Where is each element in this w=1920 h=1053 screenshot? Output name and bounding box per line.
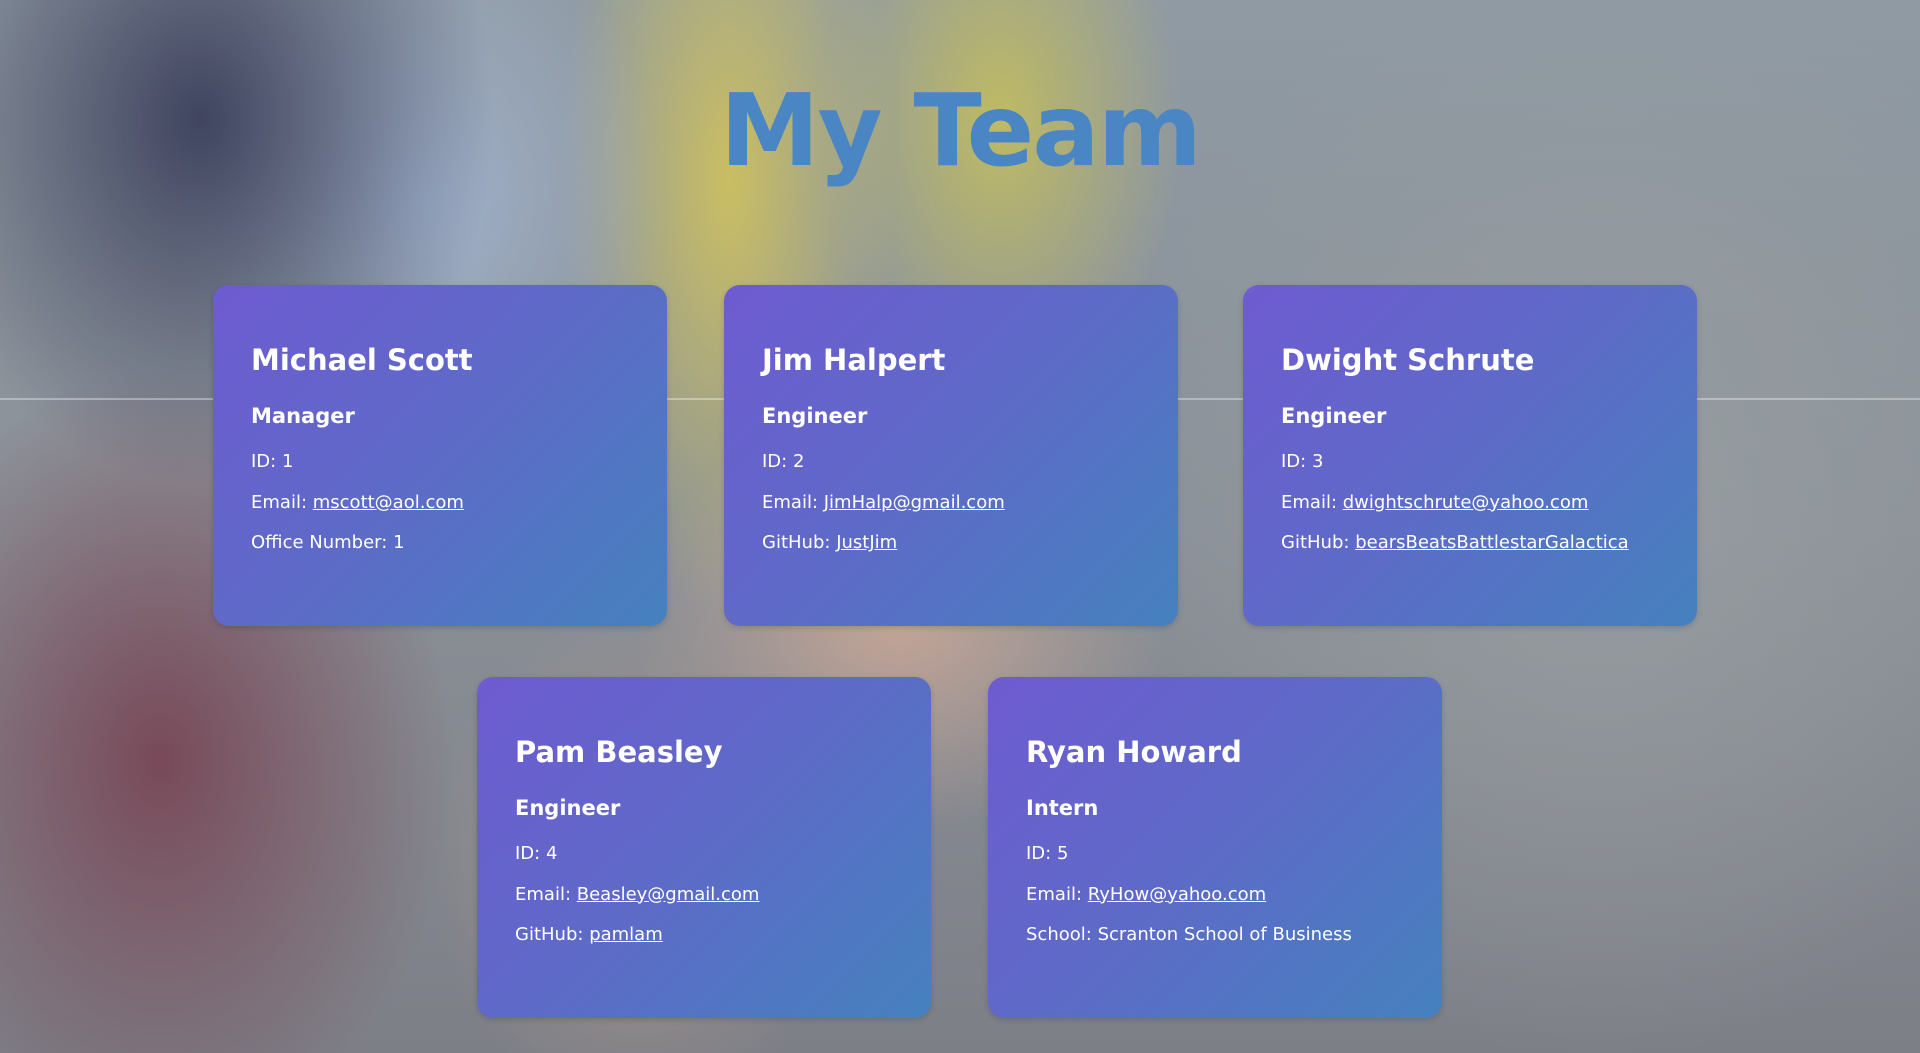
employee-email-row: Email: dwightschrute@yahoo.com	[1281, 492, 1659, 514]
employee-github-row: GitHub: pamlam	[515, 924, 893, 946]
office-number-label: Office Number:	[251, 532, 388, 554]
employee-card-jim-halpert: Jim Halpert Engineer ID: 2 Email: JimHal…	[724, 285, 1178, 626]
employee-role: Intern	[1026, 795, 1099, 820]
id-value: 3	[1311, 450, 1324, 472]
employee-role: Engineer	[762, 403, 868, 428]
email-link[interactable]: Beasley@gmail.com	[577, 884, 760, 905]
id-value: 4	[545, 842, 558, 864]
employee-card-michael-scott: Michael Scott Manager ID: 1 Email: mscot…	[213, 285, 667, 626]
github-link[interactable]: JustJim	[836, 532, 897, 553]
page-title: My Team	[720, 72, 1202, 189]
employee-name: Dwight Schrute	[1281, 343, 1535, 377]
id-label: ID:	[1026, 842, 1052, 864]
school-label: School:	[1026, 924, 1092, 946]
id-value: 5	[1056, 842, 1069, 864]
employee-card-dwight-schrute: Dwight Schrute Engineer ID: 3 Email: dwi…	[1243, 285, 1697, 626]
employee-id-row: ID: 4	[515, 843, 893, 865]
employee-card-ryan-howard: Ryan Howard Intern ID: 5 Email: RyHow@ya…	[988, 677, 1442, 1018]
employee-id-row: ID: 2	[762, 451, 1140, 473]
employee-github-row: GitHub: JustJim	[762, 532, 1140, 554]
employee-email-row: Email: JimHalp@gmail.com	[762, 492, 1140, 514]
employee-github-row: GitHub: bearsBeatsBattlestarGalactica	[1281, 532, 1659, 554]
employee-office-row: Office Number: 1	[251, 532, 629, 554]
office-number-value: 1	[393, 532, 405, 554]
employee-email-row: Email: mscott@aol.com	[251, 492, 629, 514]
employee-id-row: ID: 1	[251, 451, 629, 473]
id-label: ID:	[515, 842, 541, 864]
github-label: GitHub:	[515, 924, 584, 946]
email-label: Email:	[1026, 883, 1083, 905]
employee-role: Engineer	[1281, 403, 1387, 428]
github-label: GitHub:	[1281, 532, 1350, 554]
employee-name: Michael Scott	[251, 343, 473, 377]
employee-email-row: Email: RyHow@yahoo.com	[1026, 884, 1404, 906]
employee-name: Pam Beasley	[515, 735, 723, 769]
employee-school-row: School: Scranton School of Business	[1026, 924, 1404, 946]
employee-name: Jim Halpert	[762, 343, 946, 377]
employee-role: Engineer	[515, 795, 621, 820]
employee-id-row: ID: 5	[1026, 843, 1404, 865]
employee-id-row: ID: 3	[1281, 451, 1659, 473]
email-label: Email:	[251, 491, 308, 513]
id-label: ID:	[1281, 450, 1307, 472]
email-label: Email:	[515, 883, 572, 905]
email-label: Email:	[1281, 491, 1338, 513]
id-label: ID:	[251, 450, 277, 472]
employee-role: Manager	[251, 403, 355, 428]
id-label: ID:	[762, 450, 788, 472]
github-link[interactable]: pamlam	[589, 924, 663, 945]
id-value: 1	[281, 450, 294, 472]
email-link[interactable]: mscott@aol.com	[313, 492, 464, 513]
github-label: GitHub:	[762, 532, 831, 554]
github-link[interactable]: bearsBeatsBattlestarGalactica	[1355, 532, 1629, 553]
email-label: Email:	[762, 491, 819, 513]
email-link[interactable]: JimHalp@gmail.com	[824, 492, 1005, 513]
employee-card-pam-beasley: Pam Beasley Engineer ID: 4 Email: Beasle…	[477, 677, 931, 1018]
email-link[interactable]: dwightschrute@yahoo.com	[1343, 492, 1589, 513]
id-value: 2	[792, 450, 805, 472]
email-link[interactable]: RyHow@yahoo.com	[1088, 884, 1266, 905]
school-value: Scranton School of Business	[1097, 924, 1352, 946]
employee-name: Ryan Howard	[1026, 735, 1242, 769]
employee-email-row: Email: Beasley@gmail.com	[515, 884, 893, 906]
